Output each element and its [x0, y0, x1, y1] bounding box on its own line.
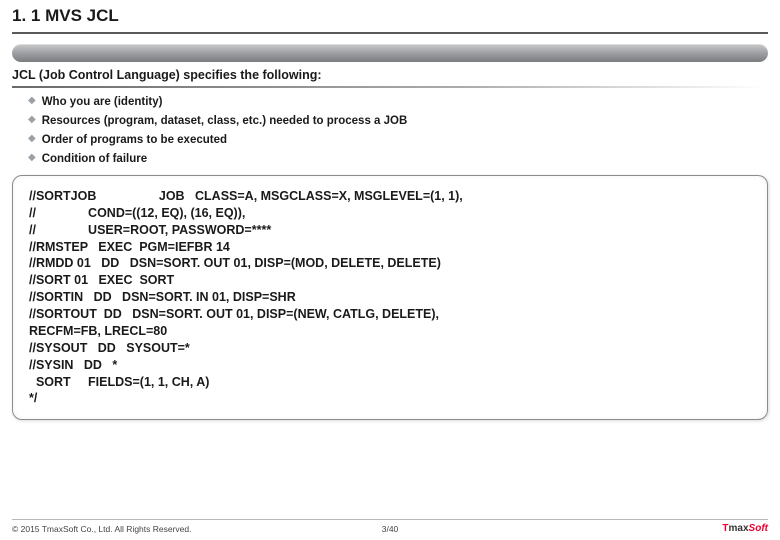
- code-line: //SORTIN DD DSN=SORT. IN 01, DISP=SHR: [29, 289, 751, 306]
- code-line: //SYSIN DD *: [29, 357, 751, 374]
- bullet-text: Resources (program, dataset, class, etc.…: [42, 113, 408, 129]
- subhead-bar: [12, 44, 768, 62]
- list-item: ◆ Order of programs to be executed: [28, 132, 768, 148]
- code-block: //SORTJOB JOB CLASS=A, MSGCLASS=X, MSGLE…: [12, 175, 768, 420]
- tmaxsoft-logo: TmaxSoft: [722, 523, 768, 534]
- code-line: */: [29, 390, 751, 407]
- code-line: //SORT 01 EXEC SORT: [29, 272, 751, 289]
- logo-part-soft: Soft: [749, 523, 768, 534]
- subtitle-underline: [12, 86, 768, 88]
- code-line: RECFM=FB, LRECL=80: [29, 323, 751, 340]
- code-line: //RMDD 01 DD DSN=SORT. OUT 01, DISP=(MOD…: [29, 255, 751, 272]
- list-item: ◆ Resources (program, dataset, class, et…: [28, 113, 768, 129]
- bullet-list: ◆ Who you are (identity) ◆ Resources (pr…: [28, 94, 768, 167]
- title-underline: [12, 32, 768, 34]
- logo-part-max: max: [729, 523, 749, 534]
- section-subtitle: JCL (Job Control Language) specifies the…: [12, 68, 768, 82]
- bullet-text: Who you are (identity): [42, 94, 163, 110]
- bullet-icon: ◆: [28, 132, 36, 146]
- code-line: SORT FIELDS=(1, 1, CH, A): [29, 374, 751, 391]
- code-line: // USER=ROOT, PASSWORD=****: [29, 222, 751, 239]
- bullet-text: Order of programs to be executed: [42, 132, 227, 148]
- bullet-icon: ◆: [28, 151, 36, 165]
- copyright-text: © 2015 TmaxSoft Co., Ltd. All Rights Res…: [12, 524, 192, 534]
- list-item: ◆ Condition of failure: [28, 151, 768, 167]
- code-line: //RMSTEP EXEC PGM=IEFBR 14: [29, 239, 751, 256]
- code-line: //SYSOUT DD SYSOUT=*: [29, 340, 751, 357]
- slide-footer: © 2015 TmaxSoft Co., Ltd. All Rights Res…: [0, 523, 780, 534]
- page-number: 3/40: [382, 524, 399, 534]
- list-item: ◆ Who you are (identity): [28, 94, 768, 110]
- code-line: // COND=((12, EQ), (16, EQ)),: [29, 205, 751, 222]
- footer-divider: [12, 519, 768, 520]
- slide-title: 1. 1 MVS JCL: [12, 6, 768, 26]
- bullet-icon: ◆: [28, 113, 36, 127]
- code-line: //SORTJOB JOB CLASS=A, MSGCLASS=X, MSGLE…: [29, 188, 751, 205]
- slide-header: 1. 1 MVS JCL: [0, 0, 780, 30]
- code-line: //SORTOUT DD DSN=SORT. OUT 01, DISP=(NEW…: [29, 306, 751, 323]
- bullet-icon: ◆: [28, 94, 36, 108]
- bullet-text: Condition of failure: [42, 151, 147, 167]
